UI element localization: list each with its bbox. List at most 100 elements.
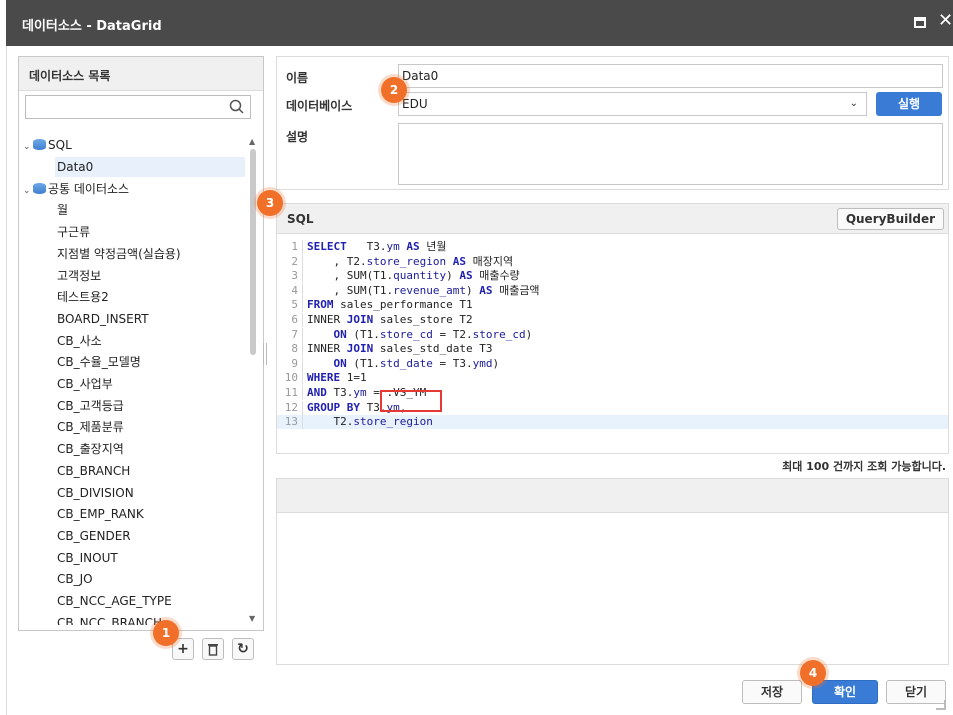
description-label: 설명	[286, 130, 309, 144]
datasource-list-header: 데이터소스 목록	[19, 57, 263, 91]
save-button[interactable]: 저장	[742, 680, 802, 704]
delete-datasource-button[interactable]	[202, 638, 224, 660]
tree-group[interactable]: ⌄ SQL	[23, 135, 243, 155]
line-number: 7	[277, 327, 303, 342]
name-input[interactable]: Data0	[398, 64, 943, 88]
refresh-button[interactable]: ↻	[232, 638, 254, 660]
line-number: 4	[277, 283, 303, 298]
sql-code-line[interactable]: 9 ON (T1.std_date = T3.ymd)	[277, 356, 500, 371]
panel-splitter[interactable]	[263, 343, 267, 365]
tree-item[interactable]: Data0	[55, 157, 245, 177]
sql-editor[interactable]: 1 SELECT T3.ym AS 년월 2 , T2.store_region A…	[277, 240, 948, 450]
window-titlebar: 데이터소스 - DataGrid ✕	[6, 0, 953, 46]
sql-code-line[interactable]: 1 SELECT T3.ym AS 년월	[277, 240, 447, 254]
tree-label: CB_EMP_RANK	[57, 507, 144, 522]
tree-item[interactable]: CB_EMP_RANK	[55, 504, 245, 524]
sql-code-line[interactable]: 8 INNER JOIN sales_std_date T3	[277, 342, 493, 357]
result-grid[interactable]	[276, 478, 949, 665]
sql-code-text: SELECT T3.ym AS 년월	[307, 240, 447, 253]
tree-item[interactable]: 고객정보	[55, 266, 245, 286]
tree-label: 고객정보	[57, 268, 102, 283]
row-limit-note: 최대 100 건까지 조회 가능합니다.	[782, 460, 946, 473]
line-number: 12	[277, 400, 303, 415]
tree-label: 구근류	[57, 225, 91, 240]
step-badge-4: 4	[800, 660, 826, 686]
chevron-down-icon[interactable]: ⌄	[23, 137, 33, 157]
sql-code-line[interactable]: 13 T2.store_region	[277, 415, 948, 430]
tree-scrollbar[interactable]: ▲ ▼	[247, 135, 259, 625]
resize-grip[interactable]	[936, 700, 946, 710]
tree-label: BOARD_INSERT	[57, 311, 149, 326]
sql-code-line[interactable]: 3 , SUM(T1.quantity) AS 매출수량	[277, 269, 520, 284]
tree-label: Data0	[57, 160, 94, 174]
sql-code-line[interactable]: 7 ON (T1.store_cd = T2.store_cd)	[277, 327, 533, 342]
description-textarea[interactable]	[398, 123, 943, 185]
plus-icon: +	[177, 641, 189, 657]
query-builder-button[interactable]: QueryBuilder	[836, 208, 944, 230]
sql-code-text: WHERE 1=1	[307, 371, 367, 385]
tree-item[interactable]: 구근류	[55, 222, 245, 242]
tree-item[interactable]: CB_수율_모델명	[55, 352, 245, 372]
scroll-up-icon[interactable]: ▲	[249, 137, 255, 146]
tree-label: CB_JO	[57, 572, 93, 587]
sql-code-line[interactable]: 6 INNER JOIN sales_store T2	[277, 313, 473, 327]
tree-label: CB_제품분류	[57, 420, 124, 435]
scroll-thumb[interactable]	[250, 149, 256, 355]
tree-item[interactable]: CB_DIVISION	[55, 483, 245, 503]
tree-item[interactable]: CB_제품분류	[55, 417, 245, 437]
tree-item[interactable]: CB_GENDER	[55, 526, 245, 546]
tree-item[interactable]: CB_BRANCH	[55, 461, 245, 481]
tree-label: SQL	[48, 138, 72, 152]
sql-code-text: ON (T1.store_cd = T2.store_cd)	[333, 327, 533, 341]
sql-code-line[interactable]: 4 , SUM(T1.revenue_amt) AS 매출금액	[277, 283, 540, 298]
window-title: 데이터소스 - DataGrid	[22, 19, 162, 34]
tree-label: CB_수율_모델명	[57, 355, 141, 370]
tree-item[interactable]: 월	[55, 200, 245, 220]
tree-item[interactable]: CB_JO	[55, 569, 245, 589]
datasource-tree: ⌄ SQL Data0 ⌄ 공통 데이터소스월구근류지점별 약정금액(실습용) 고객정보테…	[19, 135, 247, 625]
confirm-button[interactable]: 확인	[812, 680, 878, 704]
line-number: 3	[277, 269, 303, 284]
sql-code-line[interactable]: 5 FROM sales_performance T1	[277, 298, 473, 313]
tree-item[interactable]: CB_출장지역	[55, 439, 245, 459]
search-box	[25, 95, 251, 119]
tree-item[interactable]: 테스트용2	[55, 287, 245, 307]
tree-label: CB_NCC_BRANCH	[57, 615, 163, 625]
search-icon[interactable]	[228, 98, 246, 116]
sql-title: SQL	[287, 212, 314, 226]
tree-item[interactable]: CB_NCC_AGE_TYPE	[55, 591, 245, 611]
chevron-down-icon: ⌄	[849, 98, 858, 109]
sql-code-text: ON (T1.std_date = T3.ymd)	[333, 356, 500, 370]
run-button[interactable]: 실행	[876, 92, 942, 116]
tree-label: 공통 데이터소스	[48, 181, 130, 196]
tree-item[interactable]: CB_NCC_BRANCH	[55, 613, 245, 625]
sql-code-line[interactable]: 10 WHERE 1=1	[277, 371, 367, 386]
tree-group[interactable]: ⌄ 공통 데이터소스	[23, 179, 243, 199]
sql-code-text: INNER JOIN sales_std_date T3	[307, 342, 493, 356]
line-number: 9	[277, 356, 303, 371]
step-badge-2: 2	[381, 77, 407, 103]
sql-code-line[interactable]: 2 , T2.store_region AS 매장지역	[277, 254, 513, 269]
line-number: 10	[277, 371, 303, 386]
maximize-icon[interactable]	[914, 17, 926, 28]
chevron-down-icon[interactable]: ⌄	[23, 181, 33, 201]
tree-label: CB_INOUT	[57, 550, 118, 565]
database-select[interactable]: EDU ⌄	[398, 92, 867, 116]
tree-item[interactable]: BOARD_INSERT	[55, 309, 245, 329]
tree-item[interactable]: CB_고객등급	[55, 396, 245, 416]
line-number: 11	[277, 386, 303, 400]
tree-item[interactable]: CB_INOUT	[55, 548, 245, 568]
line-number: 2	[277, 254, 303, 269]
close-icon[interactable]: ✕	[938, 11, 953, 31]
line-number: 8	[277, 342, 303, 357]
tree-item[interactable]: CB_사업부	[55, 374, 245, 394]
database-icon	[33, 139, 46, 150]
tree-item[interactable]: CB_사소	[55, 331, 245, 351]
search-input[interactable]	[26, 96, 216, 118]
tree-item[interactable]: 지점별 약정금액(실습용)	[55, 244, 245, 264]
database-label: 데이터베이스	[286, 99, 353, 113]
sql-header: SQL QueryBuilder	[277, 204, 948, 234]
tree-label: 지점별 약정금액(실습용)	[57, 246, 181, 261]
sql-code-text: T2.store_region	[307, 415, 433, 429]
scroll-down-icon[interactable]: ▼	[249, 614, 255, 623]
